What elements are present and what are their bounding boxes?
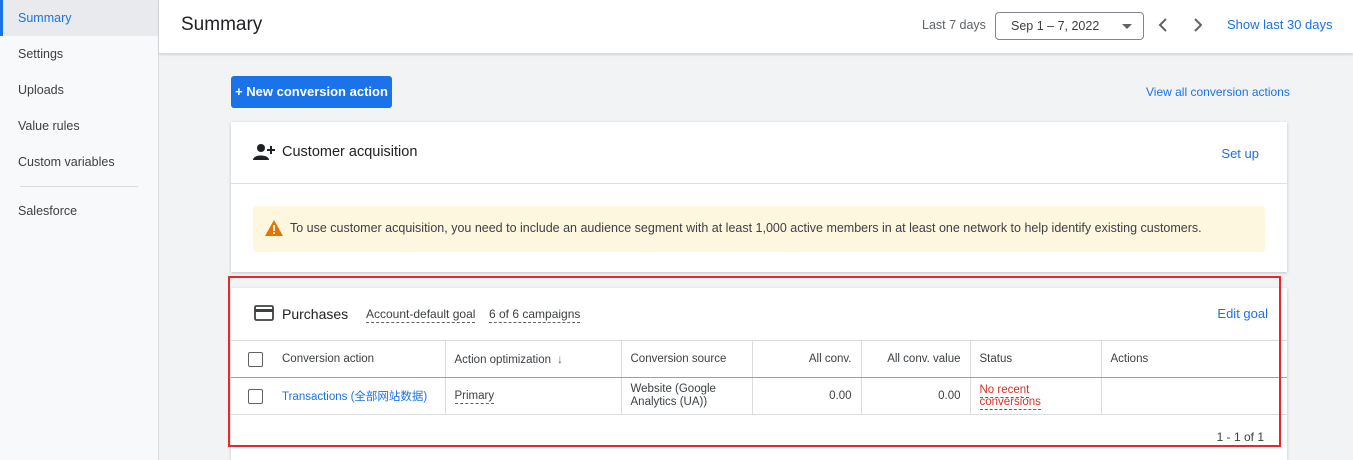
dropdown-caret-icon (1122, 24, 1132, 29)
status-value[interactable]: No recent conversions (979, 384, 1041, 410)
col-action-optimization-label: Action optimization (454, 354, 552, 366)
date-range-value: Sep 1 – 7, 2022 (1011, 19, 1100, 33)
conversion-actions-table: Conversion action Action optimization ↓ C… (231, 340, 1287, 415)
edit-goal-link[interactable]: Edit goal (1217, 306, 1268, 321)
col-status[interactable]: Status (969, 340, 1101, 378)
optimization-value[interactable]: Primary (454, 390, 495, 404)
show-last-30-days-link[interactable]: Show last 30 days (1227, 17, 1333, 32)
sidebar-item-settings[interactable]: Settings (0, 36, 158, 72)
row-checkbox[interactable] (248, 388, 263, 404)
sidebar-item-summary[interactable]: Summary (0, 0, 158, 36)
col-all-conv-value[interactable]: All conv. value (860, 340, 970, 378)
credit-card-icon (254, 305, 274, 321)
all-conv-value-cell: 0.00 (860, 377, 970, 415)
customer-acquisition-card: Customer acquisition Set up To use custo… (231, 122, 1287, 272)
goal-type-chip[interactable]: Account-default goal (366, 307, 476, 323)
select-all-cell (231, 340, 273, 378)
source-cell: Website (Google Analytics (UA)) (620, 377, 752, 415)
sidebar-item-uploads[interactable]: Uploads (0, 72, 158, 108)
chevron-left-icon[interactable] (1154, 15, 1172, 35)
col-action-optimization[interactable]: Action optimization ↓ (444, 340, 621, 378)
view-all-conversion-actions-link[interactable]: View all conversion actions (1146, 85, 1290, 99)
sidebar-item-salesforce[interactable]: Salesforce (0, 193, 158, 229)
purchases-card: Purchases Account-default goal 6 of 6 ca… (231, 288, 1287, 460)
col-conversion-action[interactable]: Conversion action (273, 340, 445, 378)
table-header-row: Conversion action Action optimization ↓ C… (231, 340, 1287, 378)
warning-banner: To use customer acquisition, you need to… (253, 206, 1265, 252)
person-add-icon (253, 144, 275, 160)
new-conversion-action-button[interactable]: + New conversion action (231, 76, 392, 108)
conversion-action-link[interactable]: Transactions (全部网站数据) (282, 391, 427, 403)
setup-link[interactable]: Set up (1221, 146, 1259, 161)
col-actions: Actions (1100, 340, 1287, 378)
col-conversion-source[interactable]: Conversion source (620, 340, 752, 378)
date-range-dropdown[interactable]: Sep 1 – 7, 2022 (995, 12, 1144, 40)
purchases-title: Purchases (282, 306, 349, 322)
sidebar-divider (20, 186, 138, 187)
sidebar: Summary Settings Uploads Value rules Cus… (0, 0, 159, 460)
source-value: Website (Google Analytics (UA)) (630, 383, 716, 408)
page-title: Summary (181, 14, 263, 35)
chevron-right-icon[interactable] (1189, 15, 1207, 35)
customer-acquisition-title: Customer acquisition (282, 144, 418, 160)
conversion-action-cell: Transactions (全部网站数据) (273, 377, 445, 415)
table-row: Transactions (全部网站数据) Primary Website (G… (231, 377, 1287, 415)
all-conv-cell: 0.00 (751, 377, 861, 415)
actions-cell (1100, 377, 1287, 415)
page-header: Summary Last 7 days Sep 1 – 7, 2022 Show… (159, 0, 1353, 54)
warning-text: To use customer acquisition, you need to… (290, 221, 1202, 235)
select-all-checkbox[interactable] (248, 351, 263, 367)
sidebar-item-value-rules[interactable]: Value rules (0, 108, 158, 144)
row-select-cell (231, 377, 273, 415)
optimization-cell: Primary (444, 377, 621, 415)
customer-acquisition-header: Customer acquisition Set up (231, 122, 1287, 184)
date-range-label: Last 7 days (922, 18, 986, 32)
pagination-summary: 1 - 1 of 1 (1216, 430, 1264, 444)
sort-arrow-icon: ↓ (557, 352, 564, 366)
sidebar-item-custom-variables[interactable]: Custom variables (0, 144, 158, 180)
warning-icon (265, 220, 283, 236)
status-cell: No recent conversions (969, 377, 1101, 415)
col-all-conv[interactable]: All conv. (751, 340, 861, 378)
campaigns-chip[interactable]: 6 of 6 campaigns (489, 307, 581, 323)
